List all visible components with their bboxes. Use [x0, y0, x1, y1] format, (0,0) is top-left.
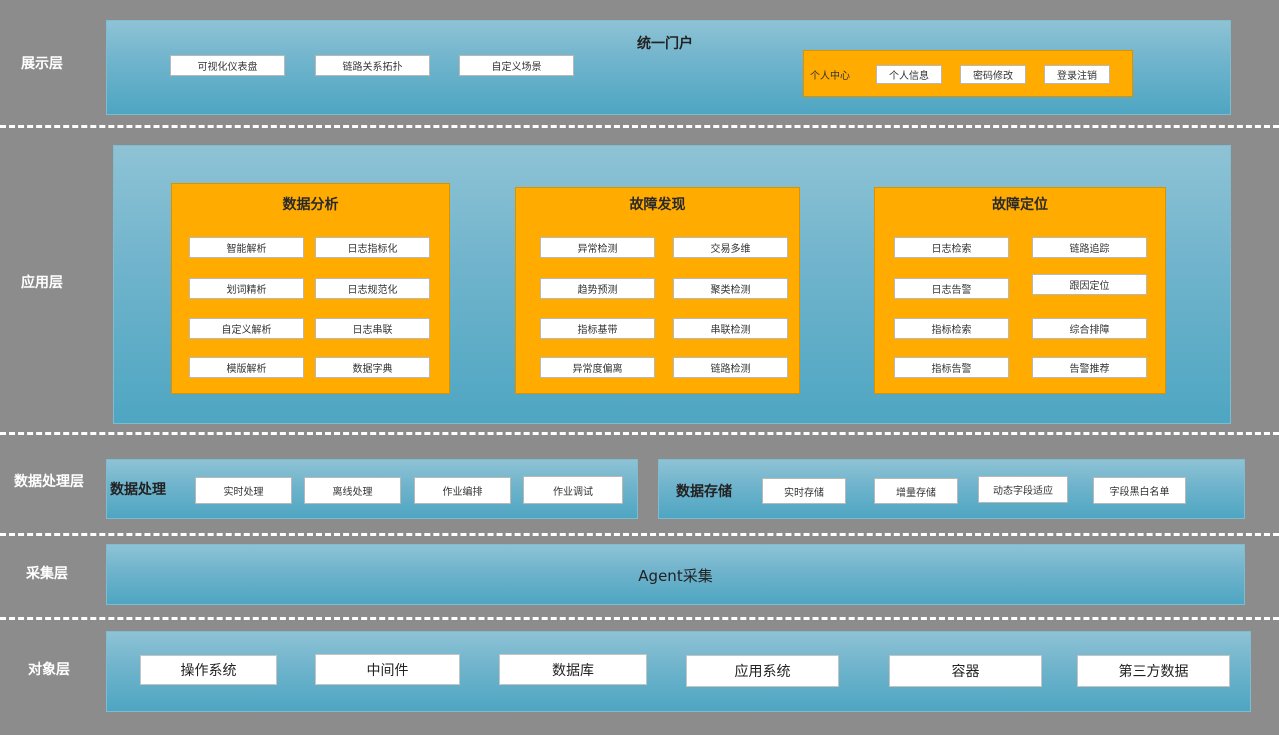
portal-item-topology[interactable]: 链路关系拓扑 [315, 55, 430, 76]
object-item-container[interactable]: 容器 [889, 655, 1042, 687]
layer-label-processing: 数据处理层 [14, 474, 84, 490]
layer-label-collection: 采集层 [26, 566, 68, 582]
module-item[interactable]: 数据字典 [315, 357, 430, 378]
module-item[interactable]: 日志串联 [315, 318, 430, 339]
logout-button[interactable]: 登录注销 [1044, 65, 1110, 84]
module-item[interactable]: 划词精析 [189, 278, 304, 299]
module-item[interactable]: 日志告警 [894, 278, 1009, 299]
personal-center-label: 个人中心 [810, 71, 850, 82]
module-item[interactable]: 日志检索 [894, 237, 1009, 258]
processing-title: 数据处理 [110, 482, 166, 498]
module-item[interactable]: 指标检索 [894, 318, 1009, 339]
layer-label-presentation: 展示层 [21, 56, 63, 72]
divider-presentation-application [0, 125, 1279, 128]
processing-item[interactable]: 作业调试 [523, 476, 623, 504]
module-item[interactable]: 聚类检测 [673, 278, 788, 299]
module-item[interactable]: 链路追踪 [1032, 237, 1147, 258]
storage-title: 数据存储 [676, 484, 732, 500]
object-item-database[interactable]: 数据库 [499, 654, 647, 685]
module-item[interactable]: 日志规范化 [315, 278, 430, 299]
module-item[interactable]: 跟因定位 [1032, 274, 1147, 295]
personal-info-button[interactable]: 个人信息 [876, 65, 942, 84]
object-item-middleware[interactable]: 中间件 [315, 654, 460, 685]
module-item[interactable]: 告警推荐 [1032, 357, 1147, 378]
object-item-os[interactable]: 操作系统 [140, 655, 277, 685]
module-item[interactable]: 综合排障 [1032, 318, 1147, 339]
divider-collection-object [0, 617, 1279, 620]
collection-panel: Agent采集 [106, 544, 1245, 605]
module-item[interactable]: 串联检测 [673, 318, 788, 339]
object-item-third-party-data[interactable]: 第三方数据 [1077, 655, 1230, 687]
storage-item[interactable]: 字段黑白名单 [1093, 477, 1186, 504]
module-item[interactable]: 指标基带 [540, 318, 655, 339]
layer-label-application: 应用层 [21, 275, 63, 291]
module-item[interactable]: 异常度偏离 [540, 357, 655, 378]
module-fault-discovery-title: 故障发现 [629, 197, 686, 213]
portal-title: 统一门户 [637, 36, 693, 52]
module-data-analysis-title: 数据分析 [282, 197, 339, 213]
divider-application-processing [0, 432, 1279, 435]
module-item[interactable]: 模版解析 [189, 357, 304, 378]
portal-item-custom-scene[interactable]: 自定义场景 [459, 55, 574, 76]
module-fault-location-title: 故障定位 [992, 197, 1048, 213]
portal-item-dashboard[interactable]: 可视化仪表盘 [170, 55, 285, 76]
password-change-button[interactable]: 密码修改 [960, 65, 1026, 84]
module-item[interactable]: 链路检测 [673, 357, 788, 378]
divider-processing-collection [0, 533, 1279, 536]
object-item-application-system[interactable]: 应用系统 [686, 655, 839, 687]
module-item[interactable]: 交易多维 [673, 237, 788, 258]
module-item[interactable]: 趋势预测 [540, 278, 655, 299]
module-item[interactable]: 日志指标化 [315, 237, 430, 258]
processing-item[interactable]: 离线处理 [304, 477, 401, 504]
storage-item[interactable]: 增量存储 [874, 478, 958, 504]
module-item[interactable]: 自定义解析 [189, 318, 304, 339]
agent-collection-label: Agent采集 [638, 567, 713, 585]
module-item[interactable]: 异常检测 [540, 237, 655, 258]
storage-item[interactable]: 实时存储 [762, 478, 846, 504]
processing-item[interactable]: 实时处理 [195, 477, 292, 504]
module-item[interactable]: 智能解析 [189, 237, 304, 258]
module-item[interactable]: 指标告警 [894, 357, 1009, 378]
layer-label-object: 对象层 [28, 662, 70, 678]
storage-item[interactable]: 动态字段适应 [978, 476, 1068, 503]
processing-item[interactable]: 作业编排 [414, 477, 511, 504]
